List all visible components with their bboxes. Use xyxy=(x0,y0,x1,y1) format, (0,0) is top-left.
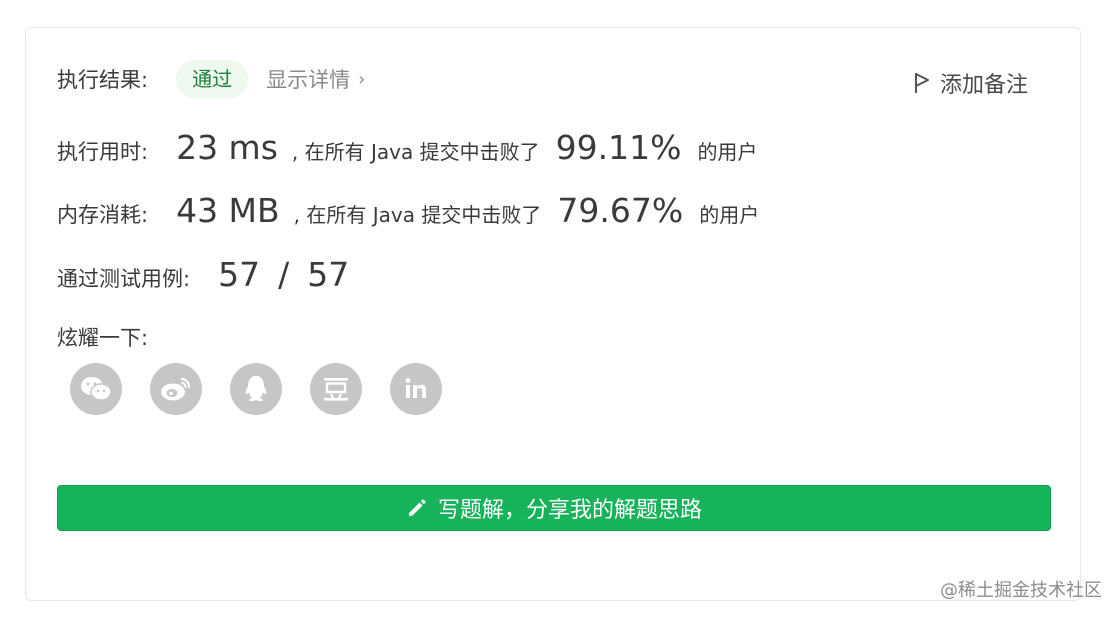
wechat-icon xyxy=(81,377,112,401)
result-row: 执行结果: 通过 显示详情 › xyxy=(57,60,365,98)
chevron-right-icon: › xyxy=(358,68,366,90)
write-solution-label: 写题解，分享我的解题思路 xyxy=(437,498,702,523)
tests-total: 57 xyxy=(307,255,350,294)
show-details-link[interactable]: 显示详情 › xyxy=(266,64,365,94)
status-badge: 通过 xyxy=(176,60,249,98)
tests-label: 通过测试用例: xyxy=(57,267,191,291)
add-note-label: 添加备注 xyxy=(939,73,1028,98)
runtime-suffix: 的用户 xyxy=(697,140,758,164)
tests-row: 通过测试用例: 57 / 57 xyxy=(57,255,349,294)
write-solution-button[interactable]: 写题解，分享我的解题思路 xyxy=(57,485,1051,531)
douban-icon xyxy=(324,378,348,401)
share-icons xyxy=(70,363,442,415)
watermark: @稀土掘金技术社区 xyxy=(940,580,1102,601)
memory-percent: 79.67% xyxy=(557,191,684,230)
memory-mid-text: , 在所有 Java 提交中击败了 xyxy=(293,203,542,227)
runtime-mid-text: , 在所有 Java 提交中击败了 xyxy=(291,140,540,164)
show-details-label: 显示详情 xyxy=(266,68,351,92)
pencil-icon xyxy=(408,499,426,516)
runtime-value: 23 ms xyxy=(176,128,278,167)
submission-result-card: 执行结果: 通过 显示详情 › 添加备注 执行用时: 23 ms , 在所有 J… xyxy=(25,27,1081,601)
share-linkedin-button[interactable] xyxy=(390,363,442,415)
tests-separator: / xyxy=(278,255,290,294)
tests-passed: 57 xyxy=(218,255,261,294)
runtime-row: 执行用时: 23 ms , 在所有 Java 提交中击败了 99.11% 的用户 xyxy=(57,128,757,167)
share-row-label: 炫耀一下: xyxy=(57,322,148,352)
memory-label: 内存消耗: xyxy=(57,203,149,227)
runtime-percent: 99.11% xyxy=(555,128,682,167)
runtime-label: 执行用时: xyxy=(57,140,149,164)
share-douban-button[interactable] xyxy=(310,363,362,415)
add-note-button[interactable]: 添加备注 xyxy=(914,67,1028,99)
share-weibo-button[interactable] xyxy=(150,363,202,415)
flag-icon xyxy=(914,73,929,93)
share-label: 炫耀一下: xyxy=(57,326,149,350)
linkedin-icon xyxy=(405,378,426,398)
weibo-icon xyxy=(161,377,191,401)
share-qq-button[interactable] xyxy=(230,363,282,415)
qq-icon xyxy=(245,376,267,402)
result-label: 执行结果: xyxy=(57,68,149,92)
memory-suffix: 的用户 xyxy=(699,203,760,227)
memory-value: 43 MB xyxy=(176,191,280,230)
memory-row: 内存消耗: 43 MB , 在所有 Java 提交中击败了 79.67% 的用户 xyxy=(57,191,759,230)
share-wechat-button[interactable] xyxy=(70,363,122,415)
